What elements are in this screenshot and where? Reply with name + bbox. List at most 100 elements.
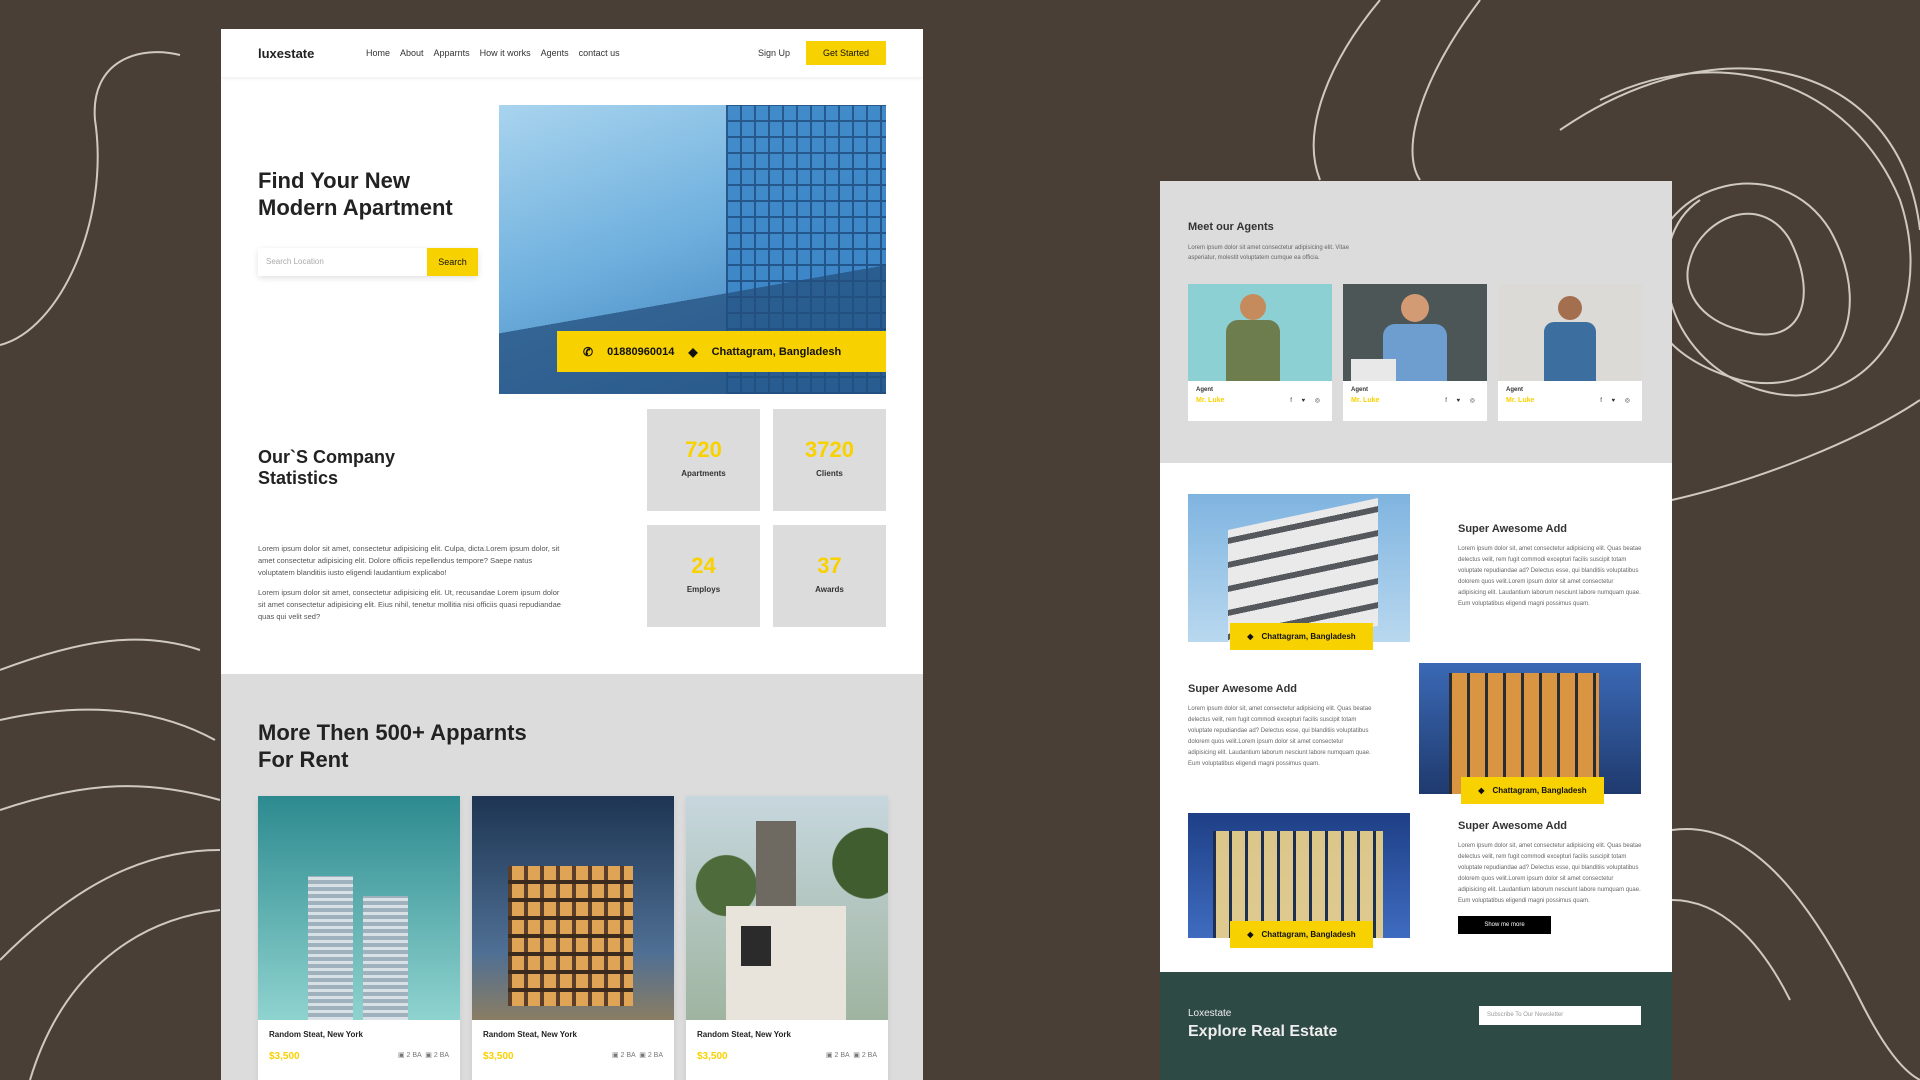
stat-label: Clients: [816, 469, 843, 478]
stat-awards: 37 Awards: [773, 525, 886, 627]
ad-title: Super Awesome Add: [1458, 820, 1568, 832]
agent-social-icons[interactable]: f ♥ ◎: [1445, 397, 1479, 404]
location-icon: ◆: [1478, 786, 1485, 795]
agent-photo: [1498, 284, 1642, 381]
nav-link-home[interactable]: Home: [366, 48, 390, 58]
search-button[interactable]: Search: [427, 248, 478, 276]
listing-baths: 2 BA: [433, 1052, 449, 1059]
show-more-button[interactable]: Show me more: [1458, 916, 1551, 934]
listing-price: $3,500: [697, 1051, 728, 1062]
phone-icon: ✆: [583, 344, 594, 359]
footer-brand: Loxestate: [1188, 1008, 1232, 1019]
rent-section: More Then 500+ Apparnts For Rent Random …: [221, 674, 923, 1080]
ad-location-tag: ◆ Chattagram, Bangladesh: [1230, 623, 1373, 650]
ad-image: [1188, 494, 1410, 642]
hero-section: Find Your New Modern Apartment Search Lo…: [221, 77, 923, 394]
phone-number[interactable]: 01880960014: [607, 346, 674, 358]
listing-title: Random Steat, New York: [269, 1030, 363, 1039]
listing-price: $3,500: [269, 1051, 300, 1062]
search-location-input[interactable]: Search Location: [258, 248, 427, 276]
stat-label: Awards: [815, 585, 844, 594]
listing-baths: 2 BA: [647, 1052, 663, 1059]
location-text: Chattagram, Bangladesh: [711, 345, 842, 358]
car-icon: ▣: [853, 1052, 860, 1059]
ad-location-tag: ◆ Chattagram, Bangladesh: [1461, 777, 1604, 804]
agent-social-icons[interactable]: f ♥ ◎: [1600, 397, 1634, 404]
agent-card[interactable]: Agent Mr. Luke f ♥ ◎: [1498, 284, 1642, 421]
listing-beds: 2 BA: [620, 1052, 636, 1059]
car-icon: ▣: [397, 1052, 405, 1059]
agent-photo: [1188, 284, 1332, 381]
ad-location-tag: ◆ Chattagram, Bangladesh: [1230, 921, 1373, 948]
listing-card[interactable]: Random Steat, New York $3,500 ▣ 2 BA ▣ 2…: [258, 796, 460, 1080]
location-icon: ◆: [688, 344, 698, 359]
agents-section: Meet our Agents Lorem ipsum dolor sit am…: [1160, 181, 1672, 463]
stat-value: 37: [817, 553, 842, 578]
agents-subtitle: Lorem ipsum dolor sit amet consectetur a…: [1188, 245, 1349, 261]
footer-tagline: Explore Real Estate: [1188, 1023, 1338, 1040]
ad-text: Lorem ipsum dolor sit, amet consectetur …: [1458, 843, 1642, 904]
agent-card[interactable]: Agent Mr. Luke f ♥ ◎: [1343, 284, 1487, 421]
stat-label: Employs: [686, 585, 721, 594]
ad-title: Super Awesome Add: [1458, 523, 1568, 535]
car-icon: ▣: [611, 1052, 619, 1059]
agent-card[interactable]: Agent Mr. Luke f ♥ ◎: [1188, 284, 1332, 421]
footer: Loxestate Explore Real Estate Subscribe …: [1160, 972, 1672, 1080]
nav-link-agents[interactable]: Agents: [541, 48, 569, 58]
listing-image: [472, 796, 674, 1020]
ad-location: Chattagram, Bangladesh: [1492, 786, 1587, 795]
landing-page-preview: luxestate Home About Apparnts How it wor…: [221, 29, 923, 1080]
agent-role: Agent: [1196, 387, 1213, 393]
ad-location: Chattagram, Bangladesh: [1261, 930, 1356, 939]
ad-location: Chattagram, Bangladesh: [1261, 632, 1356, 641]
agents-title: Meet our Agents: [1188, 221, 1274, 233]
building-reflection-graphic: [499, 264, 886, 394]
ad-image: [1188, 813, 1410, 938]
nav-link-about[interactable]: About: [400, 48, 424, 58]
sign-up-link[interactable]: Sign Up: [758, 48, 790, 58]
stat-clients: 3720 Clients: [773, 409, 886, 511]
logo[interactable]: luxestate: [258, 46, 366, 61]
agent-role: Agent: [1351, 387, 1368, 393]
get-started-button[interactable]: Get Started: [805, 41, 886, 65]
stat-label: Apartments: [681, 469, 726, 478]
listing-card[interactable]: Random Steat, New York $3,500 ▣ 2 BA ▣ 2…: [472, 796, 674, 1080]
nav-link-apparnts[interactable]: Apparnts: [434, 48, 470, 58]
ad-title: Super Awesome Add: [1188, 683, 1298, 695]
nav-links: Home About Apparnts How it works Agents …: [366, 48, 758, 58]
listing-image: [258, 796, 460, 1020]
listing-title: Random Steat, New York: [697, 1030, 791, 1039]
stat-value: 24: [691, 553, 716, 578]
ad-image: [1419, 663, 1641, 794]
agents-page-preview: Meet our Agents Lorem ipsum dolor sit am…: [1160, 181, 1672, 1080]
ad-text: Lorem ipsum dolor sit, amet consectetur …: [1458, 546, 1642, 607]
statistics-section: Our`S Company Statistics Lorem ipsum dol…: [221, 409, 923, 709]
search-bar: Search Location Search: [258, 248, 478, 276]
nav-link-how-it-works[interactable]: How it works: [480, 48, 531, 58]
rent-title: More Then 500+ Apparnts For Rent: [258, 720, 527, 772]
stat-employs: 24 Employs: [647, 525, 760, 627]
car-icon: ▣: [639, 1052, 646, 1059]
listing-beds: 2 BA: [406, 1052, 422, 1059]
nav-link-contact[interactable]: contact us: [579, 48, 620, 58]
location-icon: ◆: [1247, 930, 1254, 939]
agent-name: Mr. Luke: [1506, 397, 1535, 404]
navbar: luxestate Home About Apparnts How it wor…: [221, 29, 923, 77]
agent-name: Mr. Luke: [1351, 397, 1380, 404]
stat-value: 3720: [805, 437, 854, 462]
stats-paragraph-1: Lorem ipsum dolor sit amet, consectetur …: [258, 544, 560, 577]
listing-image: [686, 796, 888, 1020]
listing-title: Random Steat, New York: [483, 1030, 577, 1039]
agent-photo: [1343, 284, 1487, 381]
listing-baths: 2 BA: [861, 1052, 877, 1059]
agent-name: Mr. Luke: [1196, 397, 1225, 404]
newsletter-input[interactable]: Subscribe To Our Newsletter: [1479, 1006, 1641, 1025]
agent-role: Agent: [1506, 387, 1523, 393]
car-icon: ▣: [825, 1052, 833, 1059]
agent-social-icons[interactable]: f ♥ ◎: [1290, 397, 1324, 404]
listing-card[interactable]: Random Steat, New York $3,500 ▣ 2 BA ▣ 2…: [686, 796, 888, 1080]
listing-beds: 2 BA: [834, 1052, 850, 1059]
ad-text: Lorem ipsum dolor sit, amet consectetur …: [1188, 706, 1372, 767]
stat-value: 720: [685, 437, 722, 462]
listing-price: $3,500: [483, 1051, 514, 1062]
